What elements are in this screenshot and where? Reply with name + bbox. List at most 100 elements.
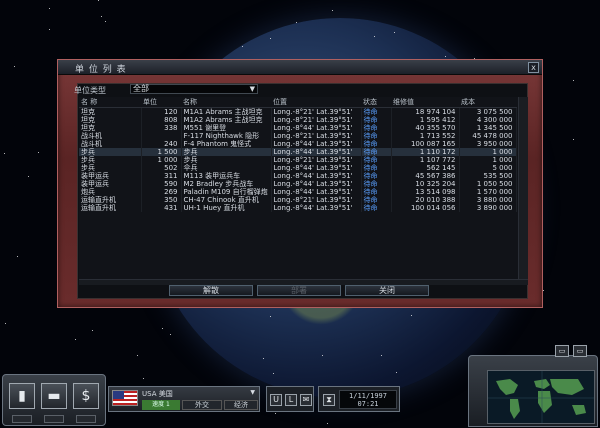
- cell-unit: 1 000: [141, 156, 182, 164]
- cell-type: 运输直升机: [79, 204, 142, 212]
- cell-name: 伞兵: [181, 164, 272, 172]
- cell-cost: 4 300 000: [459, 116, 517, 124]
- minimap-mode-icon[interactable]: ▭: [555, 345, 569, 357]
- vertical-scrollbar[interactable]: [518, 97, 528, 279]
- star: [49, 29, 50, 30]
- tank-icon[interactable]: ▬: [41, 383, 67, 409]
- unit-toggle-icon[interactable]: U: [270, 394, 282, 406]
- star: [396, 372, 397, 373]
- cell-maintenance: 100 087 165: [391, 140, 460, 148]
- hourglass-icon[interactable]: ⧗: [323, 394, 335, 406]
- minimap-panel: ▭ ▭: [468, 345, 598, 427]
- cell-unit: 1 500: [141, 148, 182, 156]
- cell-type: 战斗机: [79, 140, 142, 148]
- cell-location: Long.-8°44' Lat.39°51': [271, 140, 362, 148]
- close-button[interactable]: 关闭: [345, 285, 429, 296]
- cell-location: Long.-8°44' Lat.39°51': [271, 124, 362, 132]
- chevron-down-icon[interactable]: ▼: [250, 389, 255, 396]
- table-row[interactable]: 装甲运兵 311 M113 装甲运兵车 Long.-8°44' Lat.39°51' 待…: [79, 172, 517, 180]
- table-row[interactable]: 步兵 1 000 步兵 Long.-8°21' Lat.39°51' 待命 1 107 7…: [79, 156, 517, 164]
- chevron-down-icon[interactable]: ▼: [250, 85, 255, 93]
- cell-status: 待命: [361, 124, 392, 132]
- table-row[interactable]: 炮兵 269 Paladin M109 自行榴弹炮 Long.-8°44' Lat.3…: [79, 188, 517, 196]
- table-row[interactable]: 运输直升机 350 CH-47 Chinook 直升机 Long.-8°21' Lat…: [79, 196, 517, 204]
- cell-type: 战斗机: [79, 132, 142, 140]
- cell-name: F-4 Phantom 鬼怪式: [181, 140, 272, 148]
- table-row[interactable]: 坦克 338 M551 谢里登 Long.-8°44' Lat.39°51' 待命 40 …: [79, 124, 517, 132]
- col-header-unit[interactable]: 单位: [141, 97, 181, 108]
- disband-button[interactable]: 解散: [169, 285, 253, 296]
- close-icon[interactable]: x: [528, 62, 539, 73]
- col-header-maintenance[interactable]: 维修值: [391, 97, 459, 108]
- star: [573, 139, 574, 140]
- cell-unit: 338: [141, 124, 182, 132]
- cell-type: 装甲运兵: [79, 180, 142, 188]
- table-row[interactable]: 装甲运兵 590 M2 Bradley 步兵战车 Long.-8°44' Lat.39…: [79, 180, 517, 188]
- col-header-status[interactable]: 状态: [361, 97, 391, 108]
- deploy-button[interactable]: 部署: [257, 285, 341, 296]
- diplomacy-button[interactable]: 外交: [182, 400, 222, 410]
- cell-unit: [141, 132, 182, 140]
- cell-status: 待命: [361, 148, 392, 156]
- mail-icon[interactable]: ✉: [300, 394, 312, 406]
- star: [543, 290, 544, 291]
- table-header: 名 称 单位 名称 位置 状态 维修值 成本: [79, 97, 516, 108]
- cell-name: F-117 Nighthawk 隐形: [181, 132, 272, 140]
- cell-status: 待命: [361, 156, 392, 164]
- col-header-location[interactable]: 位置: [271, 97, 361, 108]
- dialog-title: 单 位 列 表: [75, 65, 127, 75]
- unit-type-select[interactable]: 全部 ▼: [130, 84, 258, 94]
- cell-cost: 5 000: [459, 164, 517, 172]
- minimap-expand-icon[interactable]: ▭: [573, 345, 587, 357]
- cell-name: 步兵: [181, 156, 272, 164]
- cell-unit: 311: [141, 172, 182, 180]
- table-row[interactable]: 运输直升机 431 UH-1 Huey 直升机 Long.-8°44' Lat.39°…: [79, 204, 517, 212]
- star: [327, 423, 328, 424]
- star: [38, 152, 39, 153]
- cell-name: Paladin M109 自行榴弹炮: [181, 188, 272, 196]
- economy-button[interactable]: 经济: [224, 400, 258, 410]
- game-speed[interactable]: 速度 1: [142, 400, 180, 410]
- star: [4, 153, 5, 154]
- game-clock: 1/11/1997 07:21: [339, 390, 397, 409]
- game-date: 1/11/1997: [349, 392, 387, 400]
- cell-cost: 45 478 000: [459, 132, 517, 140]
- cell-type: 炮兵: [79, 188, 142, 196]
- cell-maintenance: 18 974 104: [391, 107, 460, 116]
- star: [270, 316, 271, 317]
- table-row[interactable]: 战斗机 240 F-4 Phantom 鬼怪式 Long.-8°44' Lat.39°…: [79, 140, 517, 148]
- table-row[interactable]: 步兵 502 伞兵 Long.-8°44' Lat.39°51' 待命 562 145 5 …: [79, 164, 517, 172]
- cell-location: Long.-8°44' Lat.39°51': [271, 204, 362, 212]
- col-header-cost[interactable]: 成本: [459, 97, 516, 108]
- col-header-name[interactable]: 名称: [181, 97, 271, 108]
- cell-unit: 269: [141, 188, 182, 196]
- soldier-icon[interactable]: ▮: [9, 383, 35, 409]
- cell-name: 步兵: [181, 148, 272, 156]
- cell-cost: 3 950 000: [459, 140, 517, 148]
- star: [101, 16, 102, 17]
- col-header-type[interactable]: 名 称: [79, 97, 141, 108]
- star: [5, 323, 6, 324]
- table-row[interactable]: 战斗机 F-117 Nighthawk 隐形 Long.-8°21' Lat.39°…: [79, 132, 517, 140]
- cell-unit: 350: [141, 196, 182, 204]
- star: [162, 328, 163, 329]
- units-table: 名 称 单位 名称 位置 状态 维修值 成本 坦克 120 M1A1 Abrams …: [79, 97, 528, 279]
- star: [273, 373, 274, 374]
- cell-location: Long.-8°21' Lat.39°51': [271, 196, 362, 204]
- star: [28, 176, 29, 177]
- world-minimap[interactable]: [487, 370, 595, 424]
- cell-type: 步兵: [79, 148, 142, 156]
- list-icon[interactable]: L: [285, 394, 297, 406]
- star: [105, 21, 106, 22]
- cell-cost: 535 500: [459, 172, 517, 180]
- table-row[interactable]: 坦克 120 M1A1 Abrams 主战坦克 Long.-8°21' Lat.39°…: [79, 107, 517, 116]
- star: [411, 315, 412, 316]
- dialog-titlebar[interactable]: 单 位 列 表 x: [58, 60, 542, 75]
- cell-status: 待命: [361, 132, 392, 140]
- table-row[interactable]: 步兵 1 500 步兵 Long.-8°44' Lat.39°51' 待命 1 110 1…: [79, 148, 517, 156]
- star: [92, 330, 93, 331]
- country-name: USA 美国: [142, 390, 173, 398]
- indicator-b: [44, 415, 64, 423]
- money-icon[interactable]: $: [73, 383, 99, 409]
- table-row[interactable]: 坦克 808 M1A2 Abrams 主战坦克 Long.-8°21' Lat.39°…: [79, 116, 517, 124]
